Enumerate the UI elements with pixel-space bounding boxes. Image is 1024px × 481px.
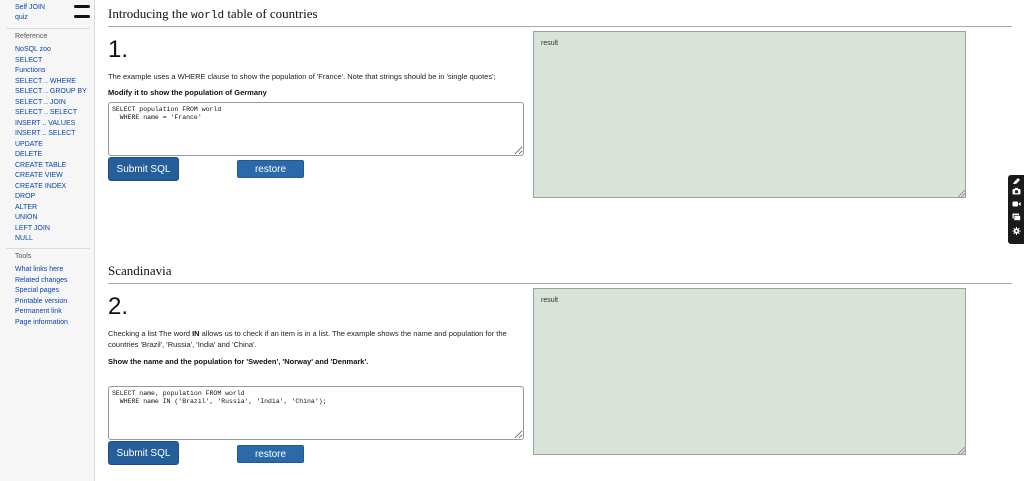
submit-sql-button[interactable]: Submit SQL xyxy=(108,157,179,181)
gear-icon[interactable] xyxy=(1012,227,1021,235)
section-heading-world-table: Introducing the world table of countries xyxy=(108,5,1012,27)
sidebar-link-drop[interactable]: DROP xyxy=(15,192,35,201)
section-heading-scandinavia: Scandinavia xyxy=(108,262,1012,284)
result-panel: result xyxy=(533,288,966,455)
sidebar-link-page-information[interactable]: Page information xyxy=(15,318,68,327)
sidebar-link-create-table[interactable]: CREATE TABLE xyxy=(15,161,66,170)
screen-capture-toolbar xyxy=(1008,175,1024,244)
desc-keyword: IN xyxy=(192,329,200,338)
sidebar-link-related-changes[interactable]: Related changes xyxy=(15,276,68,285)
resize-grip-icon[interactable] xyxy=(958,190,965,197)
sidebar-link-update[interactable]: UPDATE xyxy=(15,140,43,149)
sidebar-link-permanent-link[interactable]: Permanent link xyxy=(15,307,62,316)
question-number: 1. xyxy=(108,36,129,63)
heading-code: world xyxy=(191,10,225,22)
sidebar-link-self-join[interactable]: Self JOIN xyxy=(15,3,45,12)
slides-icon[interactable] xyxy=(1012,213,1021,221)
video-icon[interactable] xyxy=(1012,200,1021,208)
result-label: result xyxy=(541,297,559,304)
sidebar-link-select-select[interactable]: SELECT .. SELECT xyxy=(15,108,77,117)
sidebar-link-functions[interactable]: Functions xyxy=(15,66,45,75)
sidebar-link-create-index[interactable]: CREATE INDEX xyxy=(15,182,66,191)
sidebar-link-insert-select[interactable]: INSERT .. SELECT xyxy=(15,129,75,138)
sidebar-link-left-join[interactable]: LEFT JOIN xyxy=(15,224,50,233)
heading-text: Introducing the xyxy=(108,6,188,21)
menu-bar-icon xyxy=(74,15,90,18)
sidebar-link-select-join[interactable]: SELECT .. JOIN xyxy=(15,98,66,107)
question-number: 2. xyxy=(108,293,129,320)
sidebar-link-delete[interactable]: DELETE xyxy=(15,150,42,159)
sidebar-link-printable-version[interactable]: Printable version xyxy=(15,297,67,306)
sidebar-divider xyxy=(6,28,90,29)
sidebar-link-quiz[interactable]: quiz xyxy=(15,13,28,22)
resize-grip-icon[interactable] xyxy=(958,447,965,454)
sql-editor[interactable]: SELECT name, population FROM world WHERE… xyxy=(108,386,524,440)
sidebar-link-special-pages[interactable]: Special pages xyxy=(15,286,59,295)
sidebar-link-select-group-by[interactable]: SELECT .. GROUP BY xyxy=(15,87,87,96)
question-description: The example uses a WHERE clause to show … xyxy=(108,72,496,81)
sidebar-link-select-where[interactable]: SELECT .. WHERE xyxy=(15,77,76,86)
question-description: Checking a list The word IN allows us to… xyxy=(108,328,528,350)
sidebar-link-union[interactable]: UNION xyxy=(15,213,38,222)
sidebar-link-select[interactable]: SELECT xyxy=(15,56,42,65)
sidebar-link-nosql-zoo[interactable]: NoSQL zoo xyxy=(15,45,51,54)
tools-heading: Tools xyxy=(15,253,32,260)
result-label: result xyxy=(541,40,559,47)
camera-icon[interactable] xyxy=(1012,187,1021,195)
submit-sql-button[interactable]: Submit SQL xyxy=(108,441,179,465)
sql-editor[interactable]: SELECT population FROM world WHERE name … xyxy=(108,102,524,156)
menu-bar-icon xyxy=(74,5,90,8)
sidebar-divider xyxy=(6,248,90,249)
desc-text: Checking a list The word xyxy=(108,329,190,338)
sidebar: Self JOIN quiz Reference NoSQL zoo SELEC… xyxy=(0,0,95,481)
sidebar-link-null[interactable]: NULL xyxy=(15,234,33,243)
question-instruction: Modify it to show the population of Germ… xyxy=(108,88,267,97)
heading-text: table of countries xyxy=(227,6,318,21)
question-instruction: Show the name and the population for 'Sw… xyxy=(108,357,369,366)
reference-heading: Reference xyxy=(15,33,48,40)
sidebar-link-what-links-here[interactable]: What links here xyxy=(15,265,63,274)
restore-default-button[interactable]: restore default xyxy=(237,160,304,191)
restore-default-button[interactable]: restore default xyxy=(237,445,304,476)
pencil-icon[interactable] xyxy=(1012,177,1021,185)
sidebar-link-alter[interactable]: ALTER xyxy=(15,203,37,212)
sidebar-link-insert-values[interactable]: INSERT .. VALUES xyxy=(15,119,75,128)
sidebar-link-create-view[interactable]: CREATE VIEW xyxy=(15,171,63,180)
result-panel: result xyxy=(533,31,966,198)
heading-text: Scandinavia xyxy=(108,263,172,278)
